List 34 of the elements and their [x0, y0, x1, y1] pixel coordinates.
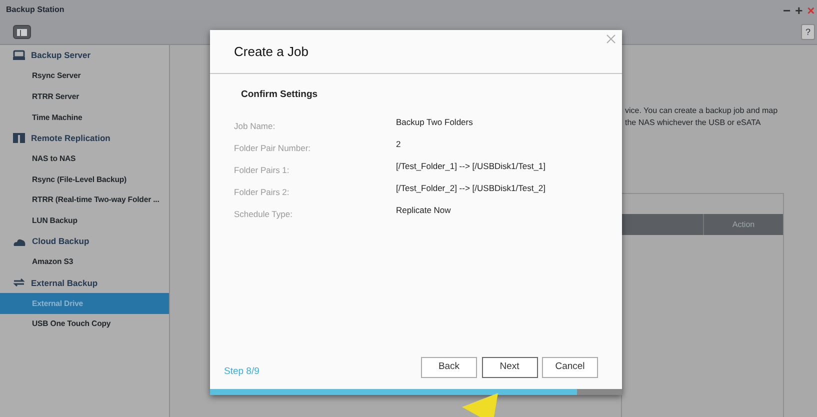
sidebar-group-label[interactable]: External Backup [31, 276, 98, 290]
sync-icon [13, 277, 25, 288]
field-value: [/Test_Folder_1] --> [/USBDisk1/Test_1] [396, 160, 546, 174]
back-button[interactable]: Back [421, 356, 477, 378]
description-text: vice. You can create a backup job and map [625, 105, 778, 117]
step-indicator: Step 8/9 [224, 364, 260, 379]
window-title: Backup Station [5, 4, 64, 16]
sidebar-group-label[interactable]: Cloud Backup [32, 235, 90, 248]
maximize-button[interactable]: + [795, 4, 803, 16]
field-value: 2 [396, 138, 401, 152]
sidebar-group-label[interactable]: Backup Server [31, 48, 91, 62]
minimize-button[interactable]: − [782, 4, 791, 16]
help-button[interactable]: ? [801, 24, 815, 40]
field-label: Folder Pairs 1: [234, 164, 290, 178]
field-value: Backup Two Folders [396, 116, 473, 130]
section-title: Confirm Settings [241, 88, 319, 102]
servers-icon [13, 133, 25, 144]
pointer-arrow-icon [460, 393, 500, 417]
field-label: Folder Pair Number: [234, 142, 312, 156]
column-header: Action [703, 214, 783, 235]
field-value: [/Test_Folder_2] --> [/USBDisk1/Test_2] [396, 182, 546, 196]
panel-toggle-button[interactable] [13, 25, 31, 39]
field-label: Folder Pairs 2: [234, 186, 290, 200]
next-button[interactable]: Next [482, 356, 538, 378]
panel-icon [17, 28, 27, 36]
description-text: the NAS whichever the USB or eSATA [625, 117, 762, 129]
cancel-button[interactable]: Cancel [542, 356, 598, 378]
field-value: Replicate Now [396, 204, 451, 218]
cloud-icon [13, 238, 26, 246]
field-label: Job Name: [234, 120, 276, 134]
field-label: Schedule Type: [234, 208, 294, 222]
drive-icon [13, 50, 25, 60]
sidebar-group-label[interactable]: Remote Replication [31, 132, 110, 144]
dialog-title: Create a Job [234, 42, 308, 61]
